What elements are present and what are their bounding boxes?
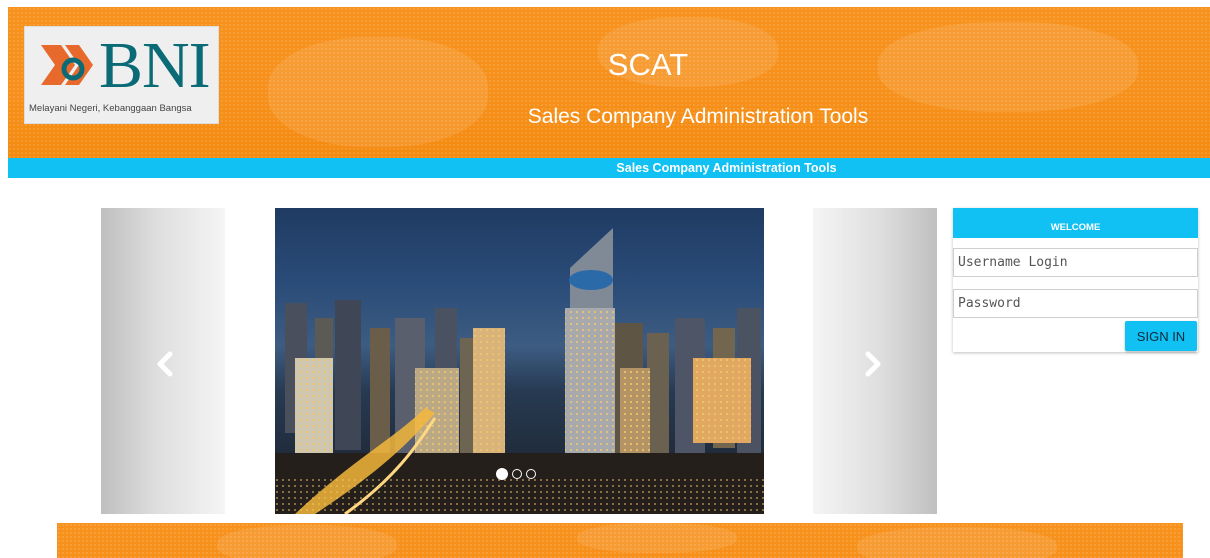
image-carousel[interactable] [101,208,937,514]
carousel-left-panel[interactable] [101,208,225,514]
carousel-indicator-dot[interactable] [526,469,536,479]
sign-in-button[interactable]: SIGN IN [1125,321,1197,351]
footer-banner [57,523,1183,558]
carousel-next-button[interactable] [857,349,887,379]
carousel-right-panel[interactable] [813,208,937,514]
map-shape [857,527,1057,558]
username-input[interactable] [953,248,1198,277]
subtitle-bar: Sales Company Administration Tools [8,158,1210,178]
carousel-indicator-dot[interactable] [496,468,508,480]
map-shape [268,37,488,147]
carousel-indicators [496,468,536,480]
app-subtitle: Sales Company Administration Tools [527,105,869,128]
chevron-left-icon [157,351,173,377]
password-input[interactable] [953,289,1198,318]
bni-logo-mark-icon [41,45,93,85]
map-shape [577,523,737,553]
carousel-indicator-dot[interactable] [512,469,522,479]
login-heading: WELCOME [953,208,1198,238]
logo-tagline: Melayani Negeri, Kebanggaan Bangsa [29,103,192,114]
logo-text: BNI [99,29,211,102]
chevron-right-icon [865,351,881,377]
header-banner: BNI Melayani Negeri, Kebanggaan Bangsa S… [8,7,1210,158]
app-title: SCAT [607,47,689,82]
map-shape [217,525,397,558]
map-shape [878,22,1138,112]
bni-logo[interactable]: BNI Melayani Negeri, Kebanggaan Bangsa [24,26,219,124]
carousel-slide [275,208,764,514]
login-panel: WELCOME SIGN IN [953,208,1198,352]
carousel-prev-button[interactable] [151,349,181,379]
